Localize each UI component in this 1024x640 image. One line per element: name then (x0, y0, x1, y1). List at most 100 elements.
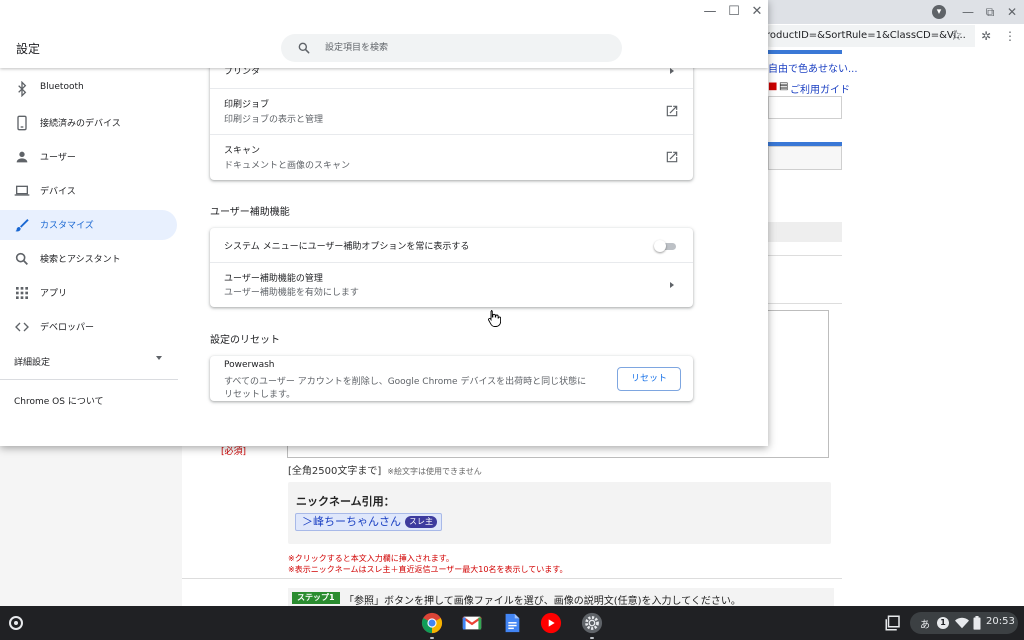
guide-link[interactable]: ご利用ガイド (790, 81, 850, 96)
web-tab-box[interactable] (768, 146, 842, 170)
section-divider (182, 578, 842, 579)
powerwash-description-line2: リセットします。 (224, 390, 296, 400)
reset-section-title: 設定のリセット (210, 335, 280, 346)
docs-app-icon[interactable] (501, 612, 523, 634)
sidebar-about-chrome-os[interactable]: Chrome OS について (14, 394, 104, 407)
guide-icon: ▤ (779, 81, 789, 92)
ime-indicator[interactable]: あ (920, 616, 930, 631)
hand-cursor-icon (488, 310, 501, 327)
insert-note: ※クリックすると本文入力欄に挿入されます。 (288, 554, 454, 563)
browser-menu-icon[interactable]: ⋮ (1002, 28, 1018, 44)
powerwash-reset-button[interactable]: リセット (617, 367, 681, 391)
scan-row[interactable]: スキャン ドキュメントと画像のスキャン (210, 135, 693, 180)
powerwash-description-line1: すべてのユーザー アカウントを削除し、Google Chrome デバイスを出荷… (224, 377, 587, 387)
manage-a11y-subtitle: ユーザー補助機能を有効にします (224, 288, 359, 298)
web-grey-row (768, 222, 842, 242)
browser-minimize-icon[interactable]: — (960, 4, 976, 20)
sidebar-item-users[interactable]: ユーザー (0, 142, 177, 172)
accessibility-card: システム メニューにユーザー補助オプションを常に表示する ユーザー補助機能の管理… (210, 228, 693, 307)
nickname-chip[interactable]: ＞峰ちーちゃんさん スレ主 (295, 513, 442, 531)
web-link-top[interactable]: 自由で色あせない... (768, 60, 858, 75)
char-limit: [全角2500文字まで] (288, 466, 382, 477)
running-indicator (430, 637, 434, 639)
sidebar-item-label: Bluetooth (40, 82, 84, 92)
minimize-icon[interactable]: — (702, 4, 718, 20)
browser-close-icon[interactable]: ✕ (1004, 4, 1020, 20)
sidebar-item-label: 検索とアシスタント (40, 255, 121, 265)
sidebar-item-label: ユーザー (40, 153, 76, 163)
sidebar-advanced[interactable]: 詳細設定 (14, 355, 50, 368)
person-icon (16, 151, 28, 163)
sidebar-item-personalization[interactable]: カスタマイズ (0, 210, 177, 240)
chevron-down-icon[interactable] (156, 356, 162, 360)
sidebar-item-label: アプリ (40, 289, 68, 299)
blue-header-bar (768, 50, 842, 54)
sidebar-item-label: カスタマイズ (40, 221, 94, 231)
holding-space-icon[interactable] (884, 614, 902, 632)
sidebar-item-label: デバイス (40, 187, 76, 197)
omnibox[interactable]: roductID=&SortRule=1&ClassCD=&Vi... (760, 25, 975, 47)
web-input-box[interactable] (768, 96, 842, 119)
nickname-quote-panel: ニックネーム引用： ＞峰ちーちゃんさん スレ主 (288, 482, 831, 544)
always-show-a11y-label: システム メニューにユーザー補助オプションを常に表示する (224, 242, 470, 252)
battery-icon (973, 616, 981, 630)
sidebar-item-apps[interactable]: アプリ (0, 278, 177, 308)
web-divider (768, 255, 842, 256)
clock[interactable]: 20:53 (986, 616, 1015, 627)
powerwash-title: Powerwash (224, 360, 275, 370)
extensions-icon[interactable]: ✲ (978, 28, 994, 44)
chrome-app-icon[interactable] (421, 612, 443, 634)
tab-search-icon[interactable]: ▾ (932, 5, 946, 19)
close-icon[interactable]: ✕ (749, 4, 765, 20)
arrow-right-icon (670, 68, 674, 74)
settings-main: プリンタ 印刷ジョブ 印刷ジョブの表示と管理 スキャン ドキュメントと画像のスキ… (196, 48, 768, 446)
wifi-icon (955, 617, 969, 629)
settings-app-icon[interactable] (581, 612, 603, 634)
step1-row: ステップ1 「参照」ボタンを押して画像ファイルを選び、画像の説明文(任意)を入力… (288, 588, 834, 607)
print-jobs-row[interactable]: 印刷ジョブ 印刷ジョブの表示と管理 (210, 89, 693, 134)
red-marker: ■ (768, 81, 778, 92)
settings-header: 設定 — ☐ ✕ (0, 0, 768, 68)
notification-count-badge[interactable]: 1 (937, 617, 949, 629)
browser-restore-icon[interactable]: ⧉ (982, 4, 998, 20)
sidebar-item-connected-devices[interactable]: 接続済みのデバイス (0, 108, 177, 138)
open-in-new-icon[interactable] (665, 150, 679, 164)
emoji-note: ※絵文字は使用できません (387, 467, 482, 476)
settings-search-box[interactable] (281, 34, 622, 62)
open-in-new-icon[interactable] (665, 104, 679, 118)
step1-text: 「参照」ボタンを押して画像ファイルを選び、画像の説明文(任意)を入力してください… (344, 596, 741, 607)
scan-subtitle: ドキュメントと画像のスキャン (224, 161, 351, 171)
accessibility-section-title: ユーザー補助機能 (210, 207, 290, 218)
sidebar-item-search-assistant[interactable]: 検索とアシスタント (0, 244, 177, 274)
nickname-display-note: ※表示ニックネームはスレ主＋直近返信ユーザー最大10名を表示しています。 (288, 565, 568, 574)
running-indicator (590, 637, 594, 639)
sidebar-item-developers[interactable]: デベロッパー (0, 312, 177, 342)
web-divider-2 (768, 303, 842, 304)
scan-title: スキャン (224, 146, 261, 156)
sidebar-item-device[interactable]: デバイス (0, 176, 177, 206)
reset-card: Powerwash すべてのユーザー アカウントを削除し、Google Chro… (210, 356, 693, 401)
status-area[interactable]: あ 1 20:53 (910, 612, 1018, 634)
thread-owner-badge: スレ主 (405, 516, 437, 528)
apps-grid-icon (16, 287, 28, 299)
laptop-icon (14, 185, 30, 196)
always-show-a11y-toggle[interactable] (654, 240, 678, 252)
always-show-a11y-row[interactable]: システム メニューにユーザー補助オプションを常に表示する (210, 228, 693, 262)
web-left-column (0, 446, 182, 606)
search-icon (298, 42, 310, 54)
sidebar-item-bluetooth[interactable]: Bluetooth (0, 74, 177, 104)
manage-a11y-row[interactable]: ユーザー補助機能の管理 ユーザー補助機能を有効にします (210, 263, 693, 307)
bookmark-star-icon[interactable]: ☆ (950, 28, 963, 44)
phone-icon (17, 115, 27, 131)
launcher-icon[interactable] (9, 616, 23, 630)
sidebar-item-label: デベロッパー (40, 323, 95, 333)
settings-title: 設定 (16, 42, 41, 56)
step1-badge: ステップ1 (292, 592, 340, 604)
char-limit-text: [全角2500文字まで] ※絵文字は使用できません (288, 462, 482, 477)
youtube-app-icon[interactable] (540, 612, 562, 634)
settings-window: 設定 — ☐ ✕ Bluetooth 接続済みのデバイス ユーザー デバイス カ… (0, 0, 768, 446)
gmail-app-icon[interactable] (461, 612, 483, 634)
settings-search-input[interactable] (325, 34, 605, 62)
maximize-icon[interactable]: ☐ (726, 4, 742, 20)
search-icon (15, 252, 28, 265)
